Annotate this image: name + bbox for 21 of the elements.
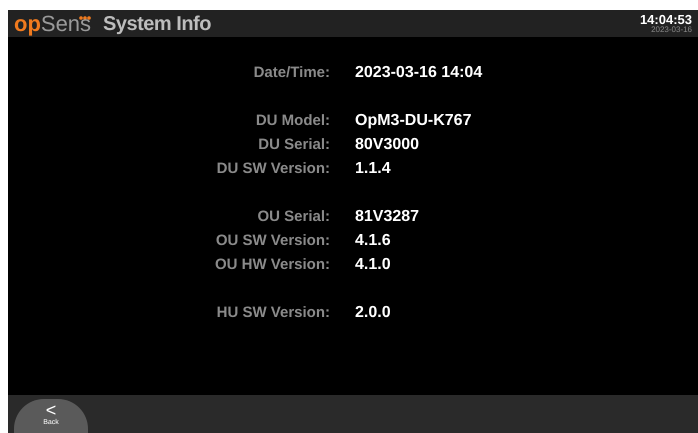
- field-label: DU SW Version:: [216, 158, 330, 179]
- field-label: OU Serial:: [256, 206, 330, 227]
- field-value: 4.1.0: [355, 255, 391, 275]
- field-label: OU HW Version:: [214, 254, 330, 275]
- field-value: 1.1.4: [355, 159, 391, 179]
- field-value: 2.0.0: [355, 303, 391, 323]
- page-title: System Info: [103, 12, 211, 36]
- field-label: HU SW Version:: [216, 302, 330, 323]
- field-label: Date/Time:: [252, 62, 330, 83]
- field-label: OU SW Version:: [214, 230, 330, 251]
- clock-time: 14:04:53: [640, 13, 692, 26]
- field-value: 2023-03-16 14:04: [355, 63, 482, 83]
- logo: opSens: [14, 12, 92, 34]
- dots-icon: [79, 14, 92, 20]
- clock-date: 2023-03-16: [651, 26, 692, 34]
- field-value: 4.1.6: [355, 231, 391, 251]
- field-value: 80V3000: [355, 135, 420, 155]
- field-label: DU Model:: [254, 110, 330, 131]
- field-value: OpM3-DU-K767: [355, 111, 472, 131]
- field-value: 81V3287: [355, 207, 420, 227]
- field-label: DU Serial:: [257, 134, 330, 155]
